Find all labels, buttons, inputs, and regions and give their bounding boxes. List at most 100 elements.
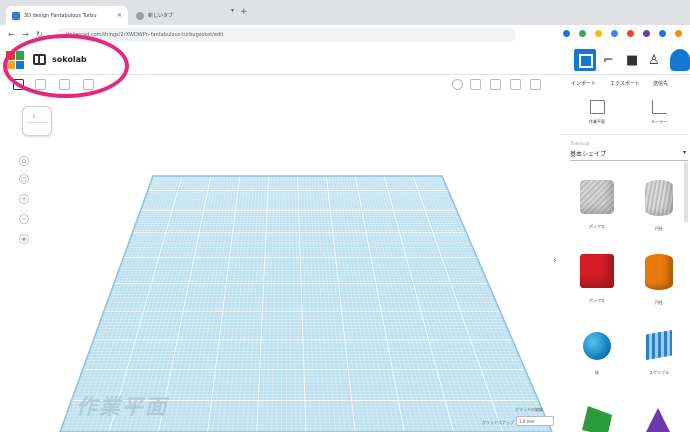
perspective-icon[interactable]: ◈ [19, 234, 29, 244]
grid-line [354, 176, 405, 432]
shapes-scrollbar[interactable] [684, 162, 688, 222]
shape-sphere[interactable]: 球 [572, 332, 622, 376]
shape-category-select[interactable]: 基本シェイプ ▾ [570, 149, 688, 161]
ruler-tool-label: ルーラー [651, 119, 667, 124]
shape-cylinder-orange[interactable]: 円柱 [634, 254, 684, 306]
new-tab-button[interactable]: + [240, 7, 248, 17]
grid-line [363, 176, 420, 432]
zoom-in-icon[interactable]: + [19, 194, 29, 204]
grid-line [334, 176, 371, 432]
shape-label: 球 [595, 370, 599, 375]
grid-line [383, 176, 455, 432]
scribble-shape-icon [646, 330, 672, 360]
grid-line [430, 176, 533, 432]
grid-line [291, 176, 297, 432]
extension-icon[interactable] [643, 30, 650, 37]
forward-icon[interactable]: → [22, 30, 29, 39]
shape-box-red[interactable]: ボックス [572, 254, 622, 304]
light-icon[interactable] [452, 79, 463, 90]
grid-line [415, 176, 508, 432]
grid-line [325, 176, 356, 432]
extension-icon[interactable] [579, 30, 586, 37]
grid-line [352, 176, 400, 432]
grid-line [395, 176, 474, 432]
fit-view-icon[interactable]: ◻ [19, 174, 29, 184]
grid-line [182, 176, 226, 432]
3d-view-icon[interactable] [574, 49, 596, 71]
viewcube[interactable] [22, 106, 52, 136]
grid-line [300, 176, 312, 432]
grid-line [369, 176, 430, 432]
tab-close-icon[interactable]: ✕ [117, 12, 122, 19]
ruler-tool[interactable]: ルーラー [642, 100, 676, 125]
grid-line [441, 176, 552, 432]
grid-line [241, 176, 261, 432]
shape-scribble[interactable]: スクリブル [634, 330, 684, 376]
snap-grid-select[interactable]: 1.0 mm [516, 416, 554, 426]
avatar[interactable] [670, 49, 690, 71]
mirror-icon[interactable] [530, 79, 541, 90]
grid-line [329, 176, 361, 432]
tab-tinkercad[interactable]: 3D design Fantabulous Turbu ✕ [6, 6, 128, 25]
align-icon[interactable] [510, 79, 521, 90]
sphere-shape-icon [583, 332, 611, 360]
grid-line [343, 176, 385, 432]
back-icon[interactable]: ← [8, 30, 15, 39]
tab-search-icon[interactable]: ▾ [231, 7, 234, 14]
shape-label: 円柱 [655, 300, 663, 305]
extension-icon[interactable] [659, 30, 666, 37]
home-view-icon[interactable]: ⌂ [19, 156, 29, 166]
tab-title: 3D design Fantabulous Turbu [24, 12, 97, 19]
grid-line [386, 176, 459, 432]
grid-line [232, 176, 255, 432]
extension-icon[interactable] [563, 30, 570, 37]
extension-icon[interactable] [611, 30, 618, 37]
tab-new[interactable]: 新しいタブ [130, 6, 226, 25]
grid-line [246, 176, 263, 432]
ungroup-icon[interactable] [490, 79, 501, 90]
grid-line [202, 176, 237, 432]
share-button[interactable]: 送信先 [653, 80, 668, 87]
roof-shape-icon[interactable] [582, 406, 612, 432]
workplane-tool[interactable]: 作業平面 [580, 100, 614, 125]
extension-icon[interactable] [675, 30, 682, 37]
group-icon[interactable] [470, 79, 481, 90]
grid-line [337, 176, 376, 432]
grid-line [317, 176, 341, 432]
red-box-shape-icon [580, 254, 614, 288]
grid-line [410, 176, 499, 432]
grid-line [281, 176, 284, 432]
pyramid-shape-icon[interactable] [645, 408, 671, 432]
grid-line [251, 176, 266, 432]
grid-line [197, 176, 235, 432]
grid-line [177, 176, 223, 432]
grid-line [308, 176, 326, 432]
grid-line [297, 176, 307, 432]
add-user-icon[interactable]: ♙ [648, 53, 660, 68]
grid-line [256, 176, 270, 432]
grid-line [271, 176, 278, 432]
tinkercad-favicon-icon [12, 11, 20, 20]
zoom-out-icon[interactable]: − [19, 214, 29, 224]
import-button[interactable]: インポート [571, 80, 596, 87]
shape-box[interactable]: ボックス [572, 180, 622, 230]
grid-line [305, 176, 321, 432]
grid-line [303, 176, 317, 432]
grid-line [398, 176, 479, 432]
extension-icon[interactable] [627, 30, 634, 37]
grid-settings-link[interactable]: グリッドの編集 [515, 407, 543, 413]
blocks-icon[interactable]: ⌐ [603, 53, 614, 68]
ruler-icon [651, 100, 667, 114]
grid-line [187, 176, 229, 432]
extension-icon[interactable] [595, 30, 602, 37]
collapse-panel-icon[interactable]: › [553, 256, 557, 266]
briefcase-icon[interactable]: ■ [626, 53, 638, 68]
shape-cylinder[interactable]: 円柱 [634, 180, 684, 232]
address-bar[interactable]: tinkercad.com/things/2rXWDWPn-fantabulou… [56, 28, 516, 42]
viewcube-face-label: 上 [32, 113, 36, 118]
shape-category-value: 基本シェイプ [570, 151, 607, 158]
export-button[interactable]: エクスポート [610, 80, 640, 87]
highlight-ring [3, 34, 129, 98]
grid-line [261, 176, 272, 432]
grid-line [366, 176, 425, 432]
